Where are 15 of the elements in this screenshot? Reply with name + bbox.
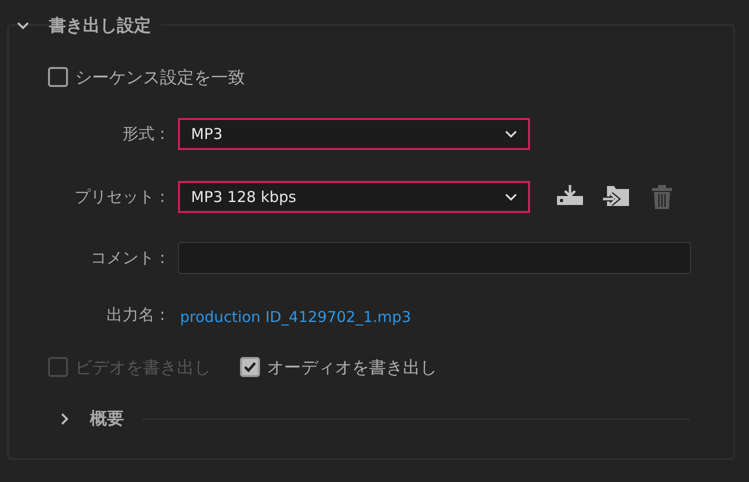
field-label: 出力名 :	[106, 305, 165, 326]
summary-title: 概要	[90, 408, 124, 430]
checkbox-label: オーディオを書き出し	[267, 356, 437, 378]
checkbox-label: シーケンス設定を一致	[75, 66, 245, 88]
checkmark-icon	[243, 360, 257, 374]
field-label: コメント :	[90, 248, 165, 268]
field-label: 形式 :	[122, 124, 165, 144]
output-name-link[interactable]: production ID_4129702_1.mp3	[180, 305, 412, 329]
comment-field[interactable]	[178, 242, 691, 274]
dropdown[interactable]: MP3	[178, 118, 530, 150]
checkbox[interactable]	[48, 67, 68, 87]
checkbox[interactable]	[240, 357, 260, 377]
dropdown[interactable]: MP3 128 kbps	[178, 181, 530, 213]
section-title: 書き出し設定	[49, 14, 161, 36]
field-label: プリセット :	[74, 186, 165, 208]
